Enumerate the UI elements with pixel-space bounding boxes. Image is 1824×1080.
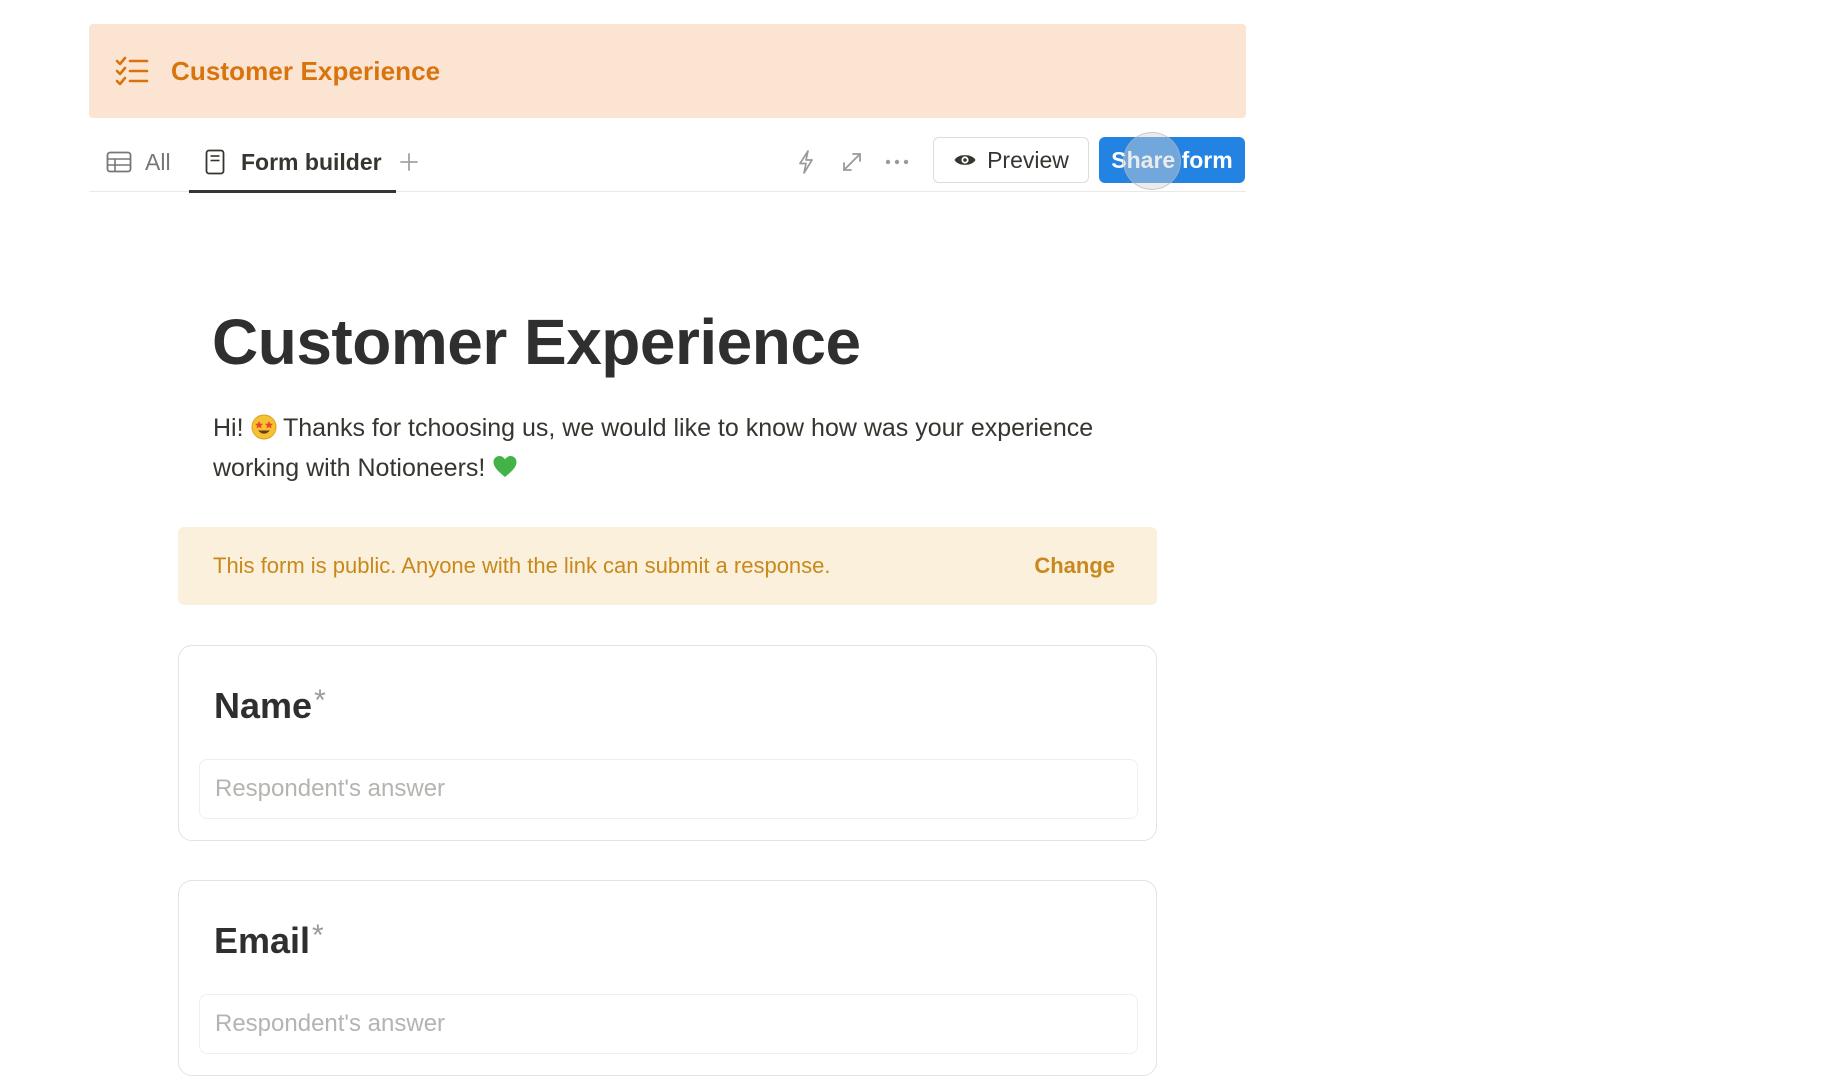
form-description-part1: Hi! <box>213 414 251 442</box>
database-title[interactable]: Customer Experience <box>171 56 440 87</box>
email-answer-input[interactable] <box>199 994 1138 1054</box>
change-visibility-button[interactable]: Change <box>1034 553 1115 579</box>
expand-icon[interactable] <box>838 148 866 176</box>
share-form-button[interactable]: Share form <box>1099 137 1245 183</box>
tab-form-builder[interactable]: Form builder <box>189 132 396 193</box>
question-card-name[interactable]: Name* <box>178 645 1157 841</box>
required-mark: * <box>314 684 326 717</box>
share-form-button-label: Share form <box>1111 146 1233 173</box>
star-struck-emoji-icon <box>251 414 276 440</box>
table-icon <box>105 148 133 176</box>
tab-all-label: All <box>145 148 171 175</box>
question-label-text: Name <box>214 685 313 726</box>
form-description-part2: Thanks for tchoosing us, we would like t… <box>213 414 1094 482</box>
more-icon[interactable] <box>883 148 911 176</box>
required-mark: * <box>312 919 324 952</box>
question-label[interactable]: Email* <box>214 919 324 962</box>
form-title[interactable]: Customer Experience <box>212 305 861 379</box>
preview-button-label: Preview <box>987 146 1069 173</box>
tab-form-builder-label: Form builder <box>241 148 382 175</box>
name-answer-input[interactable] <box>199 759 1138 819</box>
database-header: Customer Experience <box>89 24 1246 118</box>
views-bar: All Form builder Preview Share form <box>89 132 1246 193</box>
form-description[interactable]: Hi! Thanks for tchoosing us, we would li… <box>213 408 1173 488</box>
form-builder-page: Customer Experience All Form builder Pre… <box>0 0 1824 1080</box>
bolt-icon[interactable] <box>792 148 820 176</box>
tab-all[interactable]: All <box>105 132 171 192</box>
eye-icon <box>953 148 977 172</box>
form-icon <box>201 148 229 176</box>
green-heart-icon <box>493 456 517 477</box>
question-label-text: Email <box>214 920 311 961</box>
preview-button[interactable]: Preview <box>933 137 1089 183</box>
notice-text: This form is public. Anyone with the lin… <box>213 553 831 578</box>
public-form-notice: This form is public. Anyone with the lin… <box>178 527 1157 605</box>
checklist-icon[interactable] <box>113 52 151 90</box>
plus-icon[interactable] <box>395 148 423 176</box>
question-label[interactable]: Name* <box>214 684 326 727</box>
question-card-email[interactable]: Email* <box>178 880 1157 1076</box>
